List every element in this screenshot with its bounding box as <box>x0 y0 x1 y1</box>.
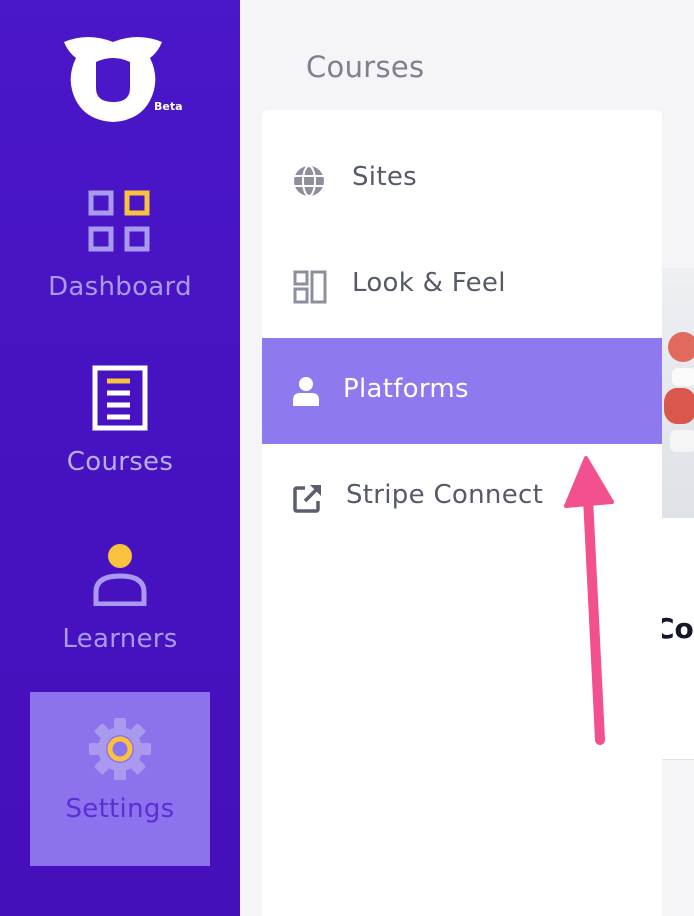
sidebar-item-label: Settings <box>65 794 175 824</box>
dashboard-grid-icon <box>88 190 150 252</box>
sidebar-item-learners[interactable]: Learners <box>30 540 210 670</box>
submenu-item-label: Look & Feel <box>352 268 506 298</box>
submenu-item-label: Sites <box>352 162 417 192</box>
external-link-icon <box>293 484 322 513</box>
owl-logo-icon <box>64 37 162 122</box>
submenu-item-platforms[interactable]: Platforms <box>262 338 662 444</box>
submenu-item-label: Platforms <box>343 374 469 404</box>
sidebar-item-label: Courses <box>66 447 174 477</box>
app-logo[interactable]: Beta <box>58 28 184 124</box>
user-icon <box>93 544 147 606</box>
sidebar: Beta Dashboard Courses Learners Settings <box>0 0 240 916</box>
layout-icon <box>293 270 327 304</box>
globe-icon <box>294 165 324 197</box>
sidebar-item-label: Dashboard <box>48 272 192 302</box>
course-thumbnail <box>662 268 694 518</box>
submenu-item-label: Stripe Connect <box>346 480 544 510</box>
submenu-item-sites[interactable]: Sites <box>262 128 662 234</box>
sidebar-item-dashboard[interactable]: Dashboard <box>30 190 210 320</box>
submenu-item-look-and-feel[interactable]: Look & Feel <box>262 234 662 340</box>
gear-icon <box>89 718 151 780</box>
document-icon <box>92 365 148 431</box>
sidebar-item-settings[interactable]: Settings <box>30 692 210 866</box>
sidebar-item-courses[interactable]: Courses <box>30 365 210 495</box>
page-title: Courses <box>306 50 425 84</box>
beta-badge: Beta <box>154 100 183 113</box>
sidebar-item-label: Learners <box>62 624 178 654</box>
user-icon <box>293 377 319 406</box>
annotation-arrow-icon <box>564 456 614 745</box>
